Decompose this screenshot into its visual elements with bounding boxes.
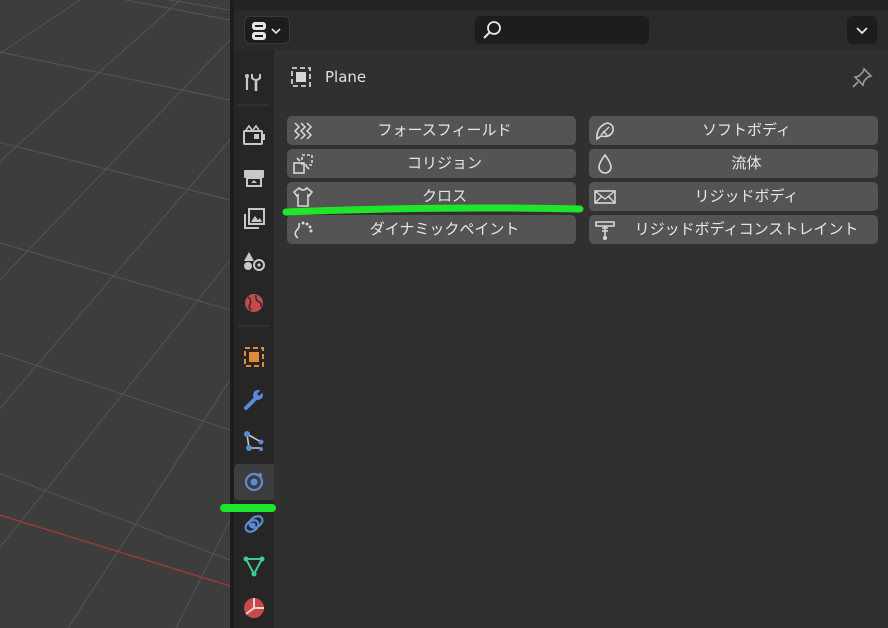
particles-icon (244, 431, 264, 451)
grid-line (0, 473, 230, 561)
dynamic-paint-label: ダイナミックペイント (369, 220, 520, 238)
grid-line (123, 0, 230, 21)
cloth-button[interactable]: クロス (287, 182, 576, 211)
header-dropdown-button[interactable] (847, 16, 877, 44)
force-field-label: フォースフィールド (377, 121, 512, 139)
rigid-body-constraint-icon (595, 221, 615, 240)
scene-icon (244, 252, 265, 271)
area-top-border (234, 0, 888, 10)
properties-tabs (234, 50, 274, 628)
editor-type-icon (252, 22, 281, 40)
render-icon (243, 124, 265, 145)
fluid-icon (598, 153, 612, 174)
search-icon (483, 21, 501, 39)
grid-line (0, 0, 181, 162)
tab-tool[interactable] (236, 64, 272, 100)
physics-icon (244, 472, 264, 492)
rigid-body-button[interactable]: リジッドボディ (589, 182, 878, 211)
physics-panel: Plane フォースフィールド コリジョン クロス ダイナミックペイント ソフト… (274, 50, 888, 628)
material-icon (244, 598, 264, 618)
grid-line (0, 352, 230, 431)
rigid-body-constraint-button[interactable]: リジッドボディコンストレイント (589, 215, 878, 244)
collision-button[interactable]: コリジョン (287, 149, 576, 178)
tab-world[interactable] (236, 285, 272, 321)
object-icon (244, 347, 264, 367)
collision-icon (293, 154, 313, 174)
fluid-label: 流体 (731, 154, 762, 172)
fluid-button[interactable]: 流体 (589, 149, 878, 178)
cloth-icon (292, 186, 314, 207)
cloth-label: クロス (421, 187, 467, 205)
tab-material[interactable] (236, 590, 272, 626)
soft-body-button[interactable]: ソフトボディ (589, 116, 878, 145)
grid-line (0, 259, 230, 549)
object-context-icon (291, 67, 311, 87)
modifier-icon (244, 387, 266, 410)
tab-data[interactable] (236, 548, 272, 584)
properties-editor: Plane フォースフィールド コリジョン クロス ダイナミックペイント ソフト… (234, 0, 888, 628)
rigid-body-label: リジッドボディ (694, 187, 799, 205)
grid-line (0, 0, 81, 54)
constraint-icon (244, 515, 264, 533)
tab-separator (238, 325, 270, 327)
search-field[interactable] (475, 16, 649, 44)
tab-view-layer[interactable] (236, 201, 272, 237)
tab-scene[interactable] (236, 243, 272, 279)
grid-line (0, 139, 230, 410)
force-field-icon (293, 122, 313, 140)
force-field-button[interactable]: フォースフィールド (287, 116, 576, 145)
grid-line (67, 379, 230, 628)
grid-line (0, 514, 230, 587)
soft-body-icon (596, 122, 614, 141)
tab-output[interactable] (236, 159, 272, 195)
world-icon (245, 294, 263, 312)
viewport-grid (0, 0, 230, 628)
editor-type-button[interactable] (244, 16, 290, 44)
tool-icon (245, 74, 261, 91)
rigid-body-constraint-label: リジッドボディコンストレイント (634, 220, 859, 238)
dynamic-paint-icon (294, 221, 313, 239)
grid-line (0, 242, 230, 311)
rigid-body-icon (594, 190, 616, 204)
tab-object[interactable] (236, 339, 272, 375)
soft-body-label: ソフトボディ (702, 121, 791, 139)
pin-icon[interactable] (850, 66, 874, 90)
3d-viewport[interactable] (0, 0, 230, 628)
tab-constraints[interactable] (236, 506, 272, 542)
tab-physics[interactable] (234, 464, 274, 500)
view-layer-icon (244, 208, 265, 229)
output-icon (244, 170, 264, 187)
grid-line (175, 519, 230, 628)
tab-render[interactable] (236, 117, 272, 153)
dynamic-paint-button[interactable]: ダイナミックペイント (287, 215, 576, 244)
collision-label: コリジョン (406, 154, 482, 172)
properties-header (234, 10, 888, 50)
tab-modifier[interactable] (236, 381, 272, 417)
object-name: Plane (325, 68, 367, 86)
tab-particles[interactable] (236, 423, 272, 459)
chevron-down-icon (856, 27, 868, 35)
tab-separator (238, 104, 270, 106)
grid-line (0, 141, 230, 201)
grid-line (166, 0, 230, 11)
data-icon (243, 556, 265, 577)
search-input[interactable] (509, 16, 639, 44)
